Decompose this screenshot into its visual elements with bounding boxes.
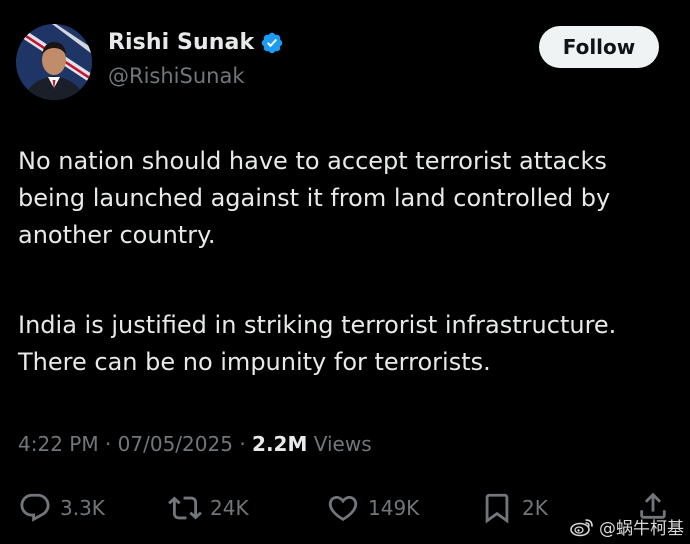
tweet-text-line: India is justified in striking terrorist… [18, 311, 617, 339]
avatar[interactable] [16, 24, 92, 100]
tweet-date[interactable]: 07/05/2025 [118, 432, 233, 456]
weibo-logo-icon [570, 518, 593, 536]
tweet-text-line: being launched against it from land cont… [18, 184, 611, 212]
follow-button[interactable]: Follow [539, 26, 659, 68]
verified-badge-icon [261, 32, 283, 53]
heart-icon [328, 495, 358, 521]
reply-button[interactable]: 3.3K [18, 486, 105, 530]
tweet-meta: 4:22 PM · 07/05/2025 · 2.2M Views [18, 432, 372, 456]
reply-icon [20, 493, 50, 522]
repost-button[interactable]: 24K [168, 486, 249, 530]
bookmark-button[interactable]: 2K [480, 486, 548, 530]
tweet-card: Rishi Sunak @RishiSunak Follow No nation… [0, 0, 690, 544]
tweet-paragraph-2: India is justified in striking terrorist… [18, 307, 678, 381]
tweet-text-line: No nation should have to accept terroris… [18, 147, 607, 175]
tweet-text-line: another country. [18, 221, 216, 249]
tweet-text-line: There can be no impunity for terrorists. [18, 348, 491, 376]
watermark-text: @蜗牛柯基 [599, 519, 684, 539]
views-label: Views [313, 432, 372, 456]
meta-separator: · [104, 432, 112, 456]
tweet-paragraph-1: No nation should have to accept terroris… [18, 143, 678, 254]
author-handle[interactable]: @RishiSunak [108, 64, 245, 88]
views-count: 2.2M [252, 432, 308, 456]
meta-separator: · [239, 432, 246, 456]
watermark: @蜗牛柯基 [570, 514, 684, 539]
reply-count: 3.3K [60, 496, 105, 520]
author-display-name[interactable]: Rishi Sunak [108, 30, 254, 55]
bookmark-icon [485, 493, 509, 524]
repost-count: 24K [210, 496, 249, 520]
like-button[interactable]: 149K [326, 486, 419, 530]
like-count: 149K [368, 496, 420, 520]
bookmark-count: 2K [522, 496, 548, 520]
tweet-time[interactable]: 4:22 PM [18, 432, 99, 456]
repost-icon [168, 496, 202, 520]
author-name-row: Rishi Sunak [108, 30, 284, 55]
